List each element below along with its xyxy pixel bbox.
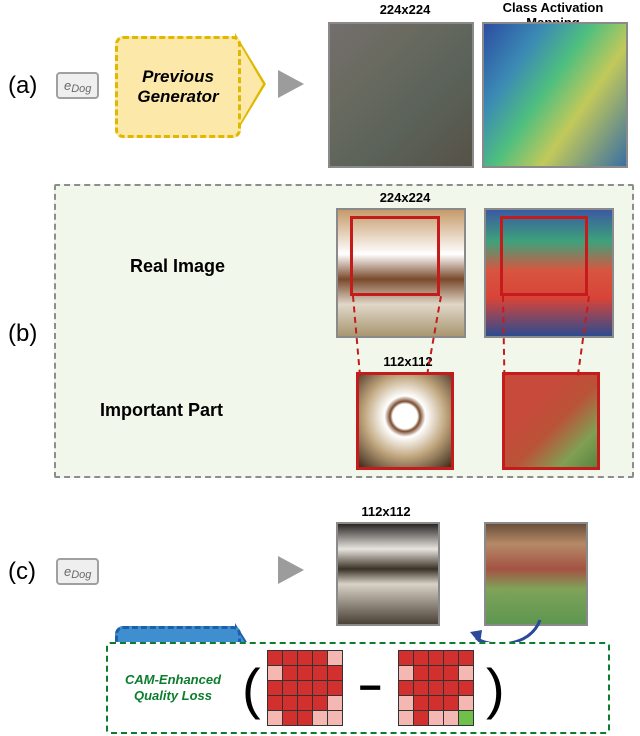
col1-size-label: 224x224 bbox=[340, 2, 470, 17]
previous-generator-block: Previous Generator bbox=[115, 36, 265, 132]
row-b-letter: (b) bbox=[8, 320, 37, 348]
important-part-label: Important Part bbox=[100, 400, 223, 421]
grid-a bbox=[267, 650, 343, 726]
row-a-input-chip: eDog bbox=[56, 72, 99, 99]
row-b-crop-size: 112x112 bbox=[348, 354, 468, 369]
our-output-image bbox=[336, 522, 440, 626]
row-a-cam-image bbox=[482, 22, 628, 168]
input-sub: Dog bbox=[71, 83, 91, 95]
arrow-icon bbox=[278, 556, 304, 584]
important-part-image bbox=[356, 372, 454, 470]
minus-icon: − bbox=[359, 666, 382, 711]
paren-right-icon: ) bbox=[486, 656, 505, 721]
quality-loss-label: CAM-Enhanced Quality Loss bbox=[118, 672, 228, 703]
arrow-icon bbox=[278, 70, 304, 98]
our-output-cam bbox=[484, 522, 588, 626]
row-c-out-size: 112x112 bbox=[326, 504, 446, 519]
real-cam-bbox bbox=[500, 216, 588, 296]
row-c-letter: (c) bbox=[8, 558, 36, 586]
row-c-input-chip: eDog bbox=[56, 558, 99, 585]
previous-generator-label: Previous Generator bbox=[118, 67, 238, 108]
real-image-label: Real Image bbox=[130, 256, 225, 277]
important-part-cam bbox=[502, 372, 600, 470]
row-a-output-image bbox=[328, 22, 474, 168]
row-a-letter: (a) bbox=[8, 72, 37, 100]
input-symbol: e bbox=[64, 78, 71, 93]
row-b-real-size: 224x224 bbox=[345, 190, 465, 205]
real-image-bbox bbox=[350, 216, 440, 296]
quality-loss-box: CAM-Enhanced Quality Loss ( − ) bbox=[106, 642, 610, 734]
input-sub: Dog bbox=[71, 569, 91, 581]
input-symbol: e bbox=[64, 564, 71, 579]
paren-left-icon: ( bbox=[242, 656, 261, 721]
grid-b bbox=[398, 650, 474, 726]
